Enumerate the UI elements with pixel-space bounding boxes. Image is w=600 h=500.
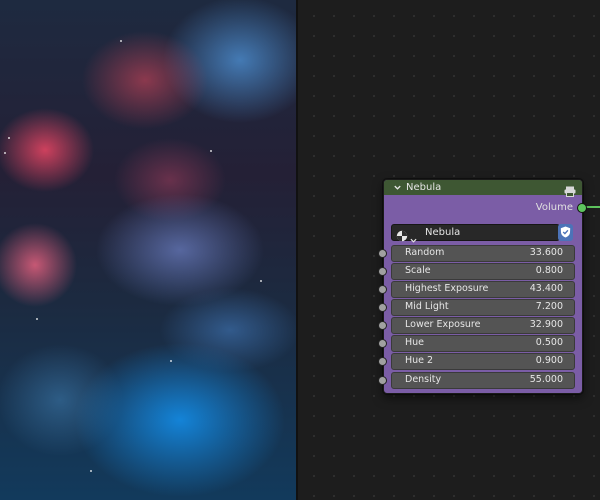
field-label: Density [405,374,442,385]
field-label: Mid Light [405,301,449,312]
scale-field[interactable]: Scale 0.800 [391,263,575,280]
star [90,470,92,472]
lower-exposure-field[interactable]: Lower Exposure 32.900 [391,317,575,334]
sphere-icon[interactable] [396,227,408,241]
field-value: 0.800 [535,265,563,276]
chevron-down-icon[interactable] [410,229,417,243]
render-preview[interactable] [0,0,296,500]
star [210,150,212,152]
field-value: 32.900 [529,319,563,330]
node-title: Nebula [406,182,442,193]
star [36,318,38,320]
input-socket-density[interactable] [378,376,387,385]
output-socket-volume[interactable] [577,203,587,213]
input-socket-lower-exposure[interactable] [378,321,387,330]
nebula-node[interactable]: Nebula Volume Nebula Random 33.600 Scale… [383,179,583,394]
node-group-selector[interactable]: Nebula [391,224,560,243]
node-header[interactable]: Nebula [384,180,582,197]
input-socket-highest-exposure[interactable] [378,285,387,294]
input-socket-mid-light[interactable] [378,303,387,312]
output-volume-label: Volume [535,202,573,213]
star [120,40,122,42]
field-label: Scale [405,265,431,276]
field-label: Random [405,247,445,258]
field-value: 43.400 [529,283,563,294]
field-value: 55.000 [529,374,563,385]
input-socket-random[interactable] [378,249,387,258]
shield-icon [560,223,571,242]
field-label: Hue 2 [405,355,434,366]
hue-2-field[interactable]: Hue 2 0.900 [391,353,575,370]
field-value: 7.200 [535,301,563,312]
field-value: 0.900 [535,355,563,366]
field-value: 33.600 [529,247,563,258]
highest-exposure-field[interactable]: Highest Exposure 43.400 [391,281,575,298]
chevron-down-icon[interactable] [392,183,402,193]
density-field[interactable]: Density 55.000 [391,372,575,389]
star [170,360,172,362]
input-socket-scale[interactable] [378,267,387,276]
fake-user-button[interactable] [558,224,573,241]
mid-light-field[interactable]: Mid Light 7.200 [391,299,575,316]
input-socket-hue[interactable] [378,339,387,348]
star [4,152,6,154]
field-label: Hue [405,337,425,348]
output-wire [585,206,600,208]
random-field[interactable]: Random 33.600 [391,245,575,262]
field-value: 0.500 [535,337,563,348]
field-label: Highest Exposure [405,283,489,294]
star [260,280,262,282]
node-group-name[interactable]: Nebula [425,227,460,238]
field-label: Lower Exposure [405,319,481,330]
star [8,137,10,139]
input-socket-hue-2[interactable] [378,357,387,366]
node-group-icon[interactable] [564,182,576,197]
hue-field[interactable]: Hue 0.500 [391,335,575,352]
